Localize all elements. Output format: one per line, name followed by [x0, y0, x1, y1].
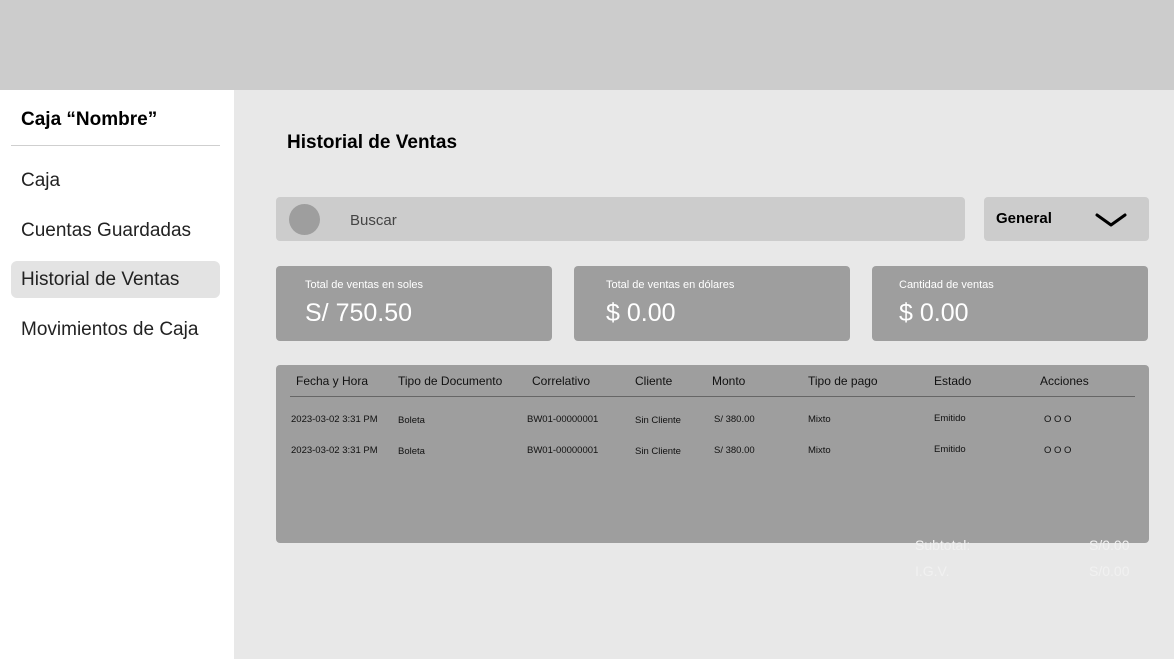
cell-fecha: 2023-03-02 3:31 PM — [291, 445, 378, 456]
cell-tipo-pago: Mixto — [808, 445, 831, 456]
sidebar: Caja “Nombre” Caja Cuentas Guardadas His… — [0, 90, 234, 661]
card-label: Total de ventas en dólares — [606, 279, 735, 291]
search-input[interactable] — [348, 197, 952, 243]
igv-value: S/0.00 — [1089, 563, 1130, 579]
cell-correlativo: BW01-00000001 — [527, 445, 599, 456]
igv-label: I.G.V. — [915, 563, 950, 579]
cell-tipo-documento: Boleta — [398, 415, 425, 426]
column-header-cliente[interactable]: Cliente — [635, 374, 672, 388]
cell-fecha: 2023-03-02 3:31 PM — [291, 414, 378, 425]
sidebar-item-historial-de-ventas[interactable]: Historial de Ventas — [11, 261, 220, 298]
search-icon[interactable] — [289, 204, 320, 235]
cell-monto: S/ 380.00 — [714, 414, 755, 425]
card-value: $ 0.00 — [606, 299, 676, 327]
column-header-estado[interactable]: Estado — [934, 374, 971, 388]
summary-card-soles: Total de ventas en soles S/ 750.50 — [276, 266, 552, 341]
cell-correlativo: BW01-00000001 — [527, 414, 599, 425]
filter-selected-value: General — [996, 210, 1052, 227]
sales-table: Fecha y Hora Tipo de Documento Correlati… — [276, 365, 1149, 543]
summary-card-dolares: Total de ventas en dólares $ 0.00 — [574, 266, 850, 341]
cell-tipo-pago: Mixto — [808, 414, 831, 425]
top-bar — [0, 0, 1174, 90]
column-header-acciones[interactable]: Acciones — [1040, 374, 1089, 388]
cell-cliente: Sin Cliente — [635, 415, 681, 426]
column-header-monto[interactable]: Monto — [712, 374, 745, 388]
sidebar-item-cuentas-guardadas[interactable]: Cuentas Guardadas — [11, 212, 220, 249]
filter-dropdown[interactable]: General — [984, 197, 1149, 241]
cell-tipo-documento: Boleta — [398, 446, 425, 457]
column-header-tipo-pago[interactable]: Tipo de pago — [808, 374, 878, 388]
column-header-fecha[interactable]: Fecha y Hora — [296, 374, 368, 388]
table-header-divider — [290, 396, 1135, 397]
card-label: Cantidad de ventas — [899, 279, 994, 291]
card-label: Total de ventas en soles — [305, 279, 424, 291]
page-title: Historial de Ventas — [287, 132, 458, 153]
subtotal-value: S/0.00 — [1089, 537, 1130, 553]
column-header-tipo-documento[interactable]: Tipo de Documento — [398, 374, 502, 388]
summary-card-cantidad: Cantidad de ventas $ 0.00 — [872, 266, 1148, 341]
cell-cliente: Sin Cliente — [635, 446, 681, 457]
subtotal-label: Subtotal: — [915, 537, 971, 553]
main-content: Historial de Ventas General Total de ven… — [234, 90, 1174, 659]
sidebar-item-caja[interactable]: Caja — [11, 162, 220, 199]
chevron-down-icon[interactable] — [1095, 213, 1127, 227]
row-actions[interactable]: O O O — [1044, 445, 1071, 456]
sidebar-divider — [11, 145, 220, 146]
cell-estado: Emitido — [934, 444, 966, 455]
column-header-correlativo[interactable]: Correlativo — [532, 374, 590, 388]
cell-estado: Emitido — [934, 413, 966, 424]
card-value: $ 0.00 — [899, 299, 969, 327]
card-value: S/ 750.50 — [305, 299, 413, 327]
sidebar-item-movimientos-de-caja[interactable]: Movimientos de Caja — [11, 311, 220, 348]
row-actions[interactable]: O O O — [1044, 414, 1071, 425]
register-title: Caja “Nombre” — [21, 109, 158, 130]
cell-monto: S/ 380.00 — [714, 445, 755, 456]
search-bar[interactable] — [276, 197, 965, 243]
